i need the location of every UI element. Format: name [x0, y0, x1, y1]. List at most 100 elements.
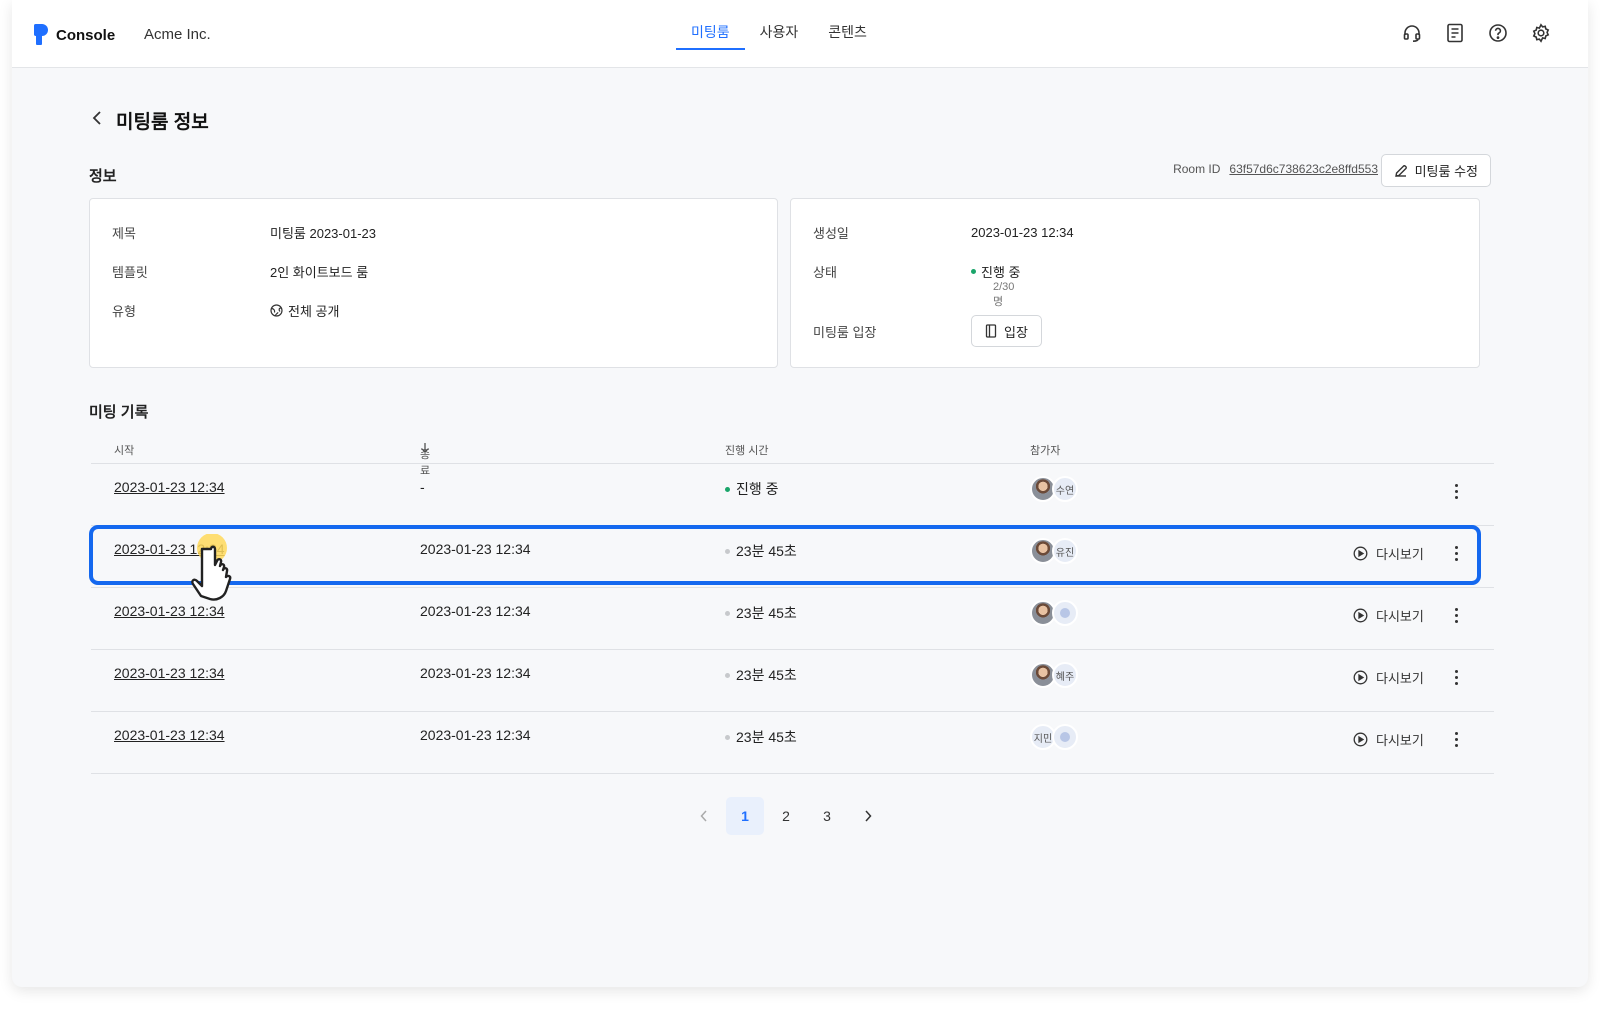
status-dot [725, 672, 730, 678]
duration-text: 23분 45초 [736, 543, 797, 559]
table-header: 시작 종료 진행 시간 참가자 [91, 438, 1494, 477]
col-start[interactable]: 시작 [114, 442, 134, 458]
status-dot [725, 734, 730, 740]
info-key: 제목 [112, 226, 136, 241]
gear-icon[interactable] [1530, 22, 1552, 44]
page-1-button[interactable]: 1 [726, 797, 764, 835]
duration: 진행 중 [725, 479, 779, 499]
participants[interactable]: 유진 [1030, 538, 1078, 564]
col-end[interactable]: 종료 [420, 442, 430, 477]
table-row[interactable]: 2023-01-23 12:34 2023-01-23 12:34 23분 45초 유… [91, 526, 1494, 588]
end-time: 2023-01-23 12:34 [420, 727, 531, 743]
end-time: - [420, 479, 425, 495]
more-options-icon[interactable] [1453, 484, 1459, 499]
info-key: 유형 [112, 304, 136, 319]
start-time-link[interactable]: 2023-01-23 12:34 [114, 479, 225, 495]
globe-icon [270, 304, 283, 317]
info-section-title: 정보 [89, 168, 117, 185]
table-row[interactable]: 2023-01-23 12:34 2023-01-23 12:34 23분 45초 지… [91, 712, 1494, 774]
play-circle-icon [1353, 732, 1368, 747]
status-dot [725, 610, 730, 616]
back-chevron-icon[interactable] [92, 110, 102, 131]
play-circle-icon [1353, 546, 1368, 561]
replay-label: 다시보기 [1376, 609, 1424, 624]
col-duration[interactable]: 진행 시간 [725, 442, 769, 458]
logo-icon [34, 24, 48, 46]
replay-label: 다시보기 [1376, 671, 1424, 686]
end-time: 2023-01-23 12:34 [420, 541, 531, 557]
avatar: 혜주 [1052, 662, 1078, 688]
next-page-button[interactable] [849, 797, 887, 835]
table-row[interactable]: 2023-01-23 12:34 - 진행 중 수연 [91, 464, 1494, 526]
replay-button[interactable]: 다시보기 [1353, 606, 1424, 625]
info-row-enter: 미팅룸 입장 입장 [813, 315, 1042, 347]
pencil-icon [1394, 164, 1407, 177]
participants[interactable]: 지민 [1030, 724, 1078, 750]
info-row-title: 제목 미팅룸 2023-01-23 [112, 223, 376, 242]
more-options-icon[interactable] [1453, 546, 1459, 561]
status-badge: 진행 중 [971, 262, 1021, 281]
replay-button[interactable]: 다시보기 [1353, 730, 1424, 749]
info-key: 미팅룸 입장 [813, 324, 877, 340]
participants[interactable] [1030, 600, 1078, 626]
info-key: 생성일 [813, 226, 849, 241]
help-icon[interactable] [1487, 22, 1509, 44]
replay-label: 다시보기 [1376, 547, 1424, 562]
info-value: 미팅룸 2023-01-23 [270, 226, 376, 241]
chevron-right-icon [865, 810, 872, 822]
tab-contents[interactable]: 콘텐츠 [813, 0, 882, 68]
more-options-icon[interactable] [1453, 670, 1459, 685]
enter-room-button[interactable]: 입장 [971, 315, 1042, 347]
participants[interactable]: 혜주 [1030, 662, 1078, 688]
avatar: 유진 [1052, 538, 1078, 564]
start-time-link[interactable]: 2023-01-23 12:34 [114, 727, 225, 743]
table-row[interactable]: 2023-01-23 12:34 2023-01-23 12:34 23분 45초 … [91, 588, 1494, 650]
play-circle-icon [1353, 608, 1368, 623]
info-row-type: 유형 전체 공개 [112, 301, 339, 320]
document-icon[interactable] [1444, 22, 1466, 44]
info-row-created: 생성일 2023-01-23 12:34 [813, 223, 1074, 242]
replay-label: 다시보기 [1376, 733, 1424, 748]
info-card-right: 생성일 2023-01-23 12:34 상태 진행 중 2/30명 미팅룸 입… [790, 198, 1480, 368]
hand-pointer-icon [191, 534, 232, 601]
duration-text: 23분 45초 [736, 605, 797, 621]
info-row-status: 상태 진행 중 2/30명 [813, 262, 1021, 308]
records-section-title: 미팅 기록 [89, 404, 149, 421]
duration-text: 23분 45초 [736, 667, 797, 683]
top-icons [1401, 22, 1552, 44]
edit-room-button[interactable]: 미팅룸 수정 [1380, 154, 1491, 187]
page-title: 미팅룸 정보 [116, 112, 209, 133]
tab-users[interactable]: 사용자 [745, 0, 814, 68]
participants[interactable]: 수연 [1030, 476, 1078, 502]
table-row[interactable]: 2023-01-23 12:34 2023-01-23 12:34 23분 45초 혜… [91, 650, 1494, 712]
duration-text: 23분 45초 [736, 729, 797, 745]
page-2-button[interactable]: 2 [767, 797, 805, 835]
info-key: 템플릿 [112, 265, 148, 280]
status-dot [971, 269, 976, 274]
avatar [1052, 724, 1078, 750]
app-window: Console Acme Inc. 미팅룸 사용자 콘텐츠 미팅룸 정보 정보 … [12, 0, 1588, 987]
logo[interactable]: Console [34, 24, 115, 46]
chevron-left-icon [700, 810, 707, 822]
prev-page-button[interactable] [685, 797, 723, 835]
status-dot [725, 548, 730, 554]
more-options-icon[interactable] [1453, 608, 1459, 623]
room-id-value[interactable]: 63f57d6c738623c2e8ffd553 [1229, 162, 1378, 176]
replay-button[interactable]: 다시보기 [1353, 668, 1424, 687]
door-icon [985, 324, 997, 338]
more-options-icon[interactable] [1453, 732, 1459, 747]
replay-button[interactable]: 다시보기 [1353, 544, 1424, 563]
page-3-button[interactable]: 3 [808, 797, 846, 835]
tab-meeting-rooms[interactable]: 미팅룸 [676, 0, 745, 68]
top-bar: Console Acme Inc. 미팅룸 사용자 콘텐츠 [12, 0, 1588, 68]
col-participants[interactable]: 참가자 [1030, 442, 1060, 458]
participant-count: 2/30명 [993, 281, 1015, 308]
headset-icon[interactable] [1401, 22, 1423, 44]
main-nav: 미팅룸 사용자 콘텐츠 [676, 0, 882, 68]
info-card-left: 제목 미팅룸 2023-01-23 템플릿 2인 화이트보드 룸 유형 전체 공… [89, 198, 778, 368]
org-name[interactable]: Acme Inc. [144, 26, 211, 43]
status-text: 진행 중 [981, 265, 1021, 280]
info-value: 2인 화이트보드 룸 [270, 265, 369, 280]
avatar: 수연 [1052, 476, 1078, 502]
start-time-link[interactable]: 2023-01-23 12:34 [114, 665, 225, 681]
